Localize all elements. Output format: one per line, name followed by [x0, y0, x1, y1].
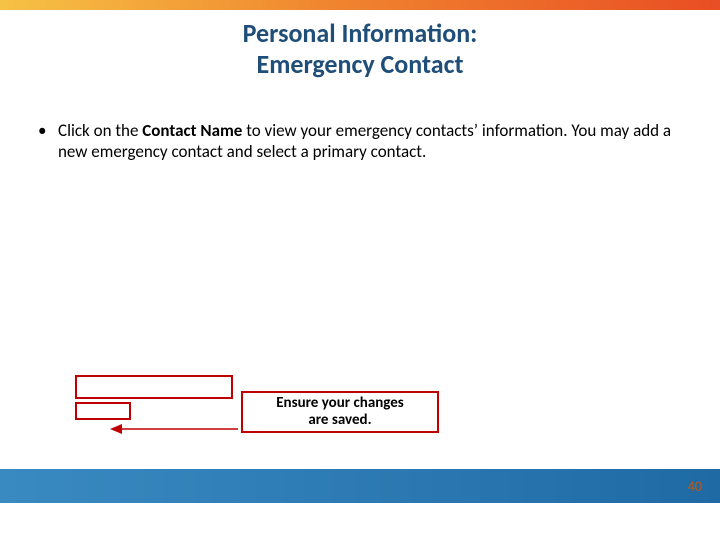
arrow-icon — [110, 422, 240, 436]
slide: Personal Information: Emergency Contact … — [0, 0, 720, 540]
slide-title: Personal Information: Emergency Contact — [0, 18, 720, 80]
bullet-text-bold: Contact Name — [142, 120, 242, 141]
bullet-list: Click on the Contact Name to view your e… — [30, 120, 690, 163]
callout-box: Ensure your changes are saved. — [241, 391, 439, 433]
title-line-1: Personal Information: — [243, 17, 478, 49]
top-gradient-bar — [0, 0, 720, 10]
title-line-2: Emergency Contact — [257, 48, 464, 80]
callout-line-2: are saved. — [308, 411, 371, 429]
callout-line-1: Ensure your changes — [276, 394, 404, 412]
bullet-text-prefix: Click on the — [58, 120, 142, 141]
page-number: 40 — [688, 478, 702, 495]
highlight-box-1 — [75, 375, 233, 399]
bullet-item: Click on the Contact Name to view your e… — [30, 120, 690, 163]
highlight-box-2 — [75, 402, 131, 420]
bottom-gradient-bar — [0, 469, 720, 503]
